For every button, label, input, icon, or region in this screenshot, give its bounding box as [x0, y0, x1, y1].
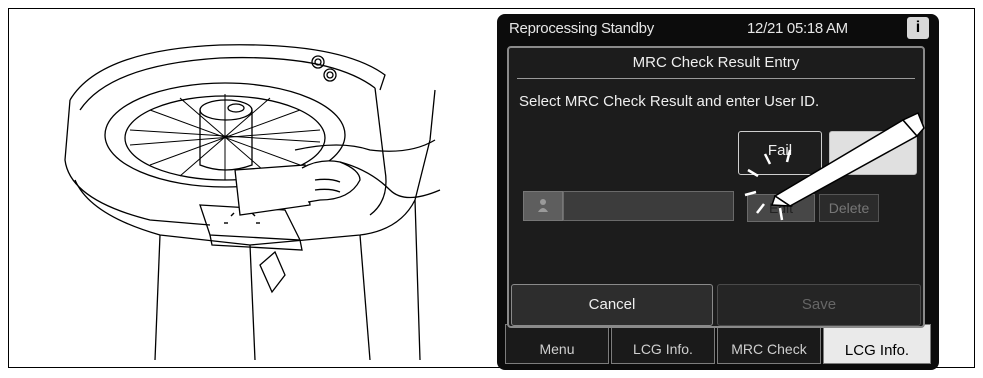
info-icon[interactable]: i: [907, 17, 929, 39]
dialog-divider: [517, 78, 915, 79]
save-button[interactable]: Save: [717, 284, 921, 326]
status-bar: Reprocessing Standby 12/21 05:18 AM i: [497, 14, 939, 44]
nav-lcg-info-2[interactable]: LCG Info.: [823, 324, 931, 364]
nav-menu[interactable]: Menu: [505, 324, 609, 364]
dialog-instruction: Select MRC Check Result and enter User I…: [519, 93, 820, 110]
cancel-button[interactable]: Cancel: [511, 284, 713, 326]
dialog-title: MRC Check Result Entry: [632, 54, 800, 71]
user-id-field[interactable]: [563, 191, 734, 221]
user-icon: [523, 191, 563, 221]
delete-button[interactable]: Delete: [819, 194, 879, 222]
touch-screen: Reprocessing Standby 12/21 05:18 AM i Me…: [497, 14, 939, 370]
edit-button[interactable]: Edit: [747, 194, 815, 222]
reprocessor-illustration: [64, 44, 441, 360]
nav-lcg-info[interactable]: LCG Info.: [611, 324, 715, 364]
pass-button[interactable]: P: [829, 131, 917, 175]
status-time: 12/21 05:18 AM: [747, 20, 848, 37]
status-title: Reprocessing Standby: [509, 20, 654, 37]
bottom-nav: Menu LCG Info. MRC Check LCG Info.: [505, 324, 931, 364]
mrc-result-dialog: MRC Check Result Entry Select MRC Check …: [507, 46, 925, 328]
fail-button[interactable]: Fail: [738, 131, 822, 175]
user-icon-glyph: [538, 199, 548, 212]
nav-mrc-check[interactable]: MRC Check: [717, 324, 821, 364]
